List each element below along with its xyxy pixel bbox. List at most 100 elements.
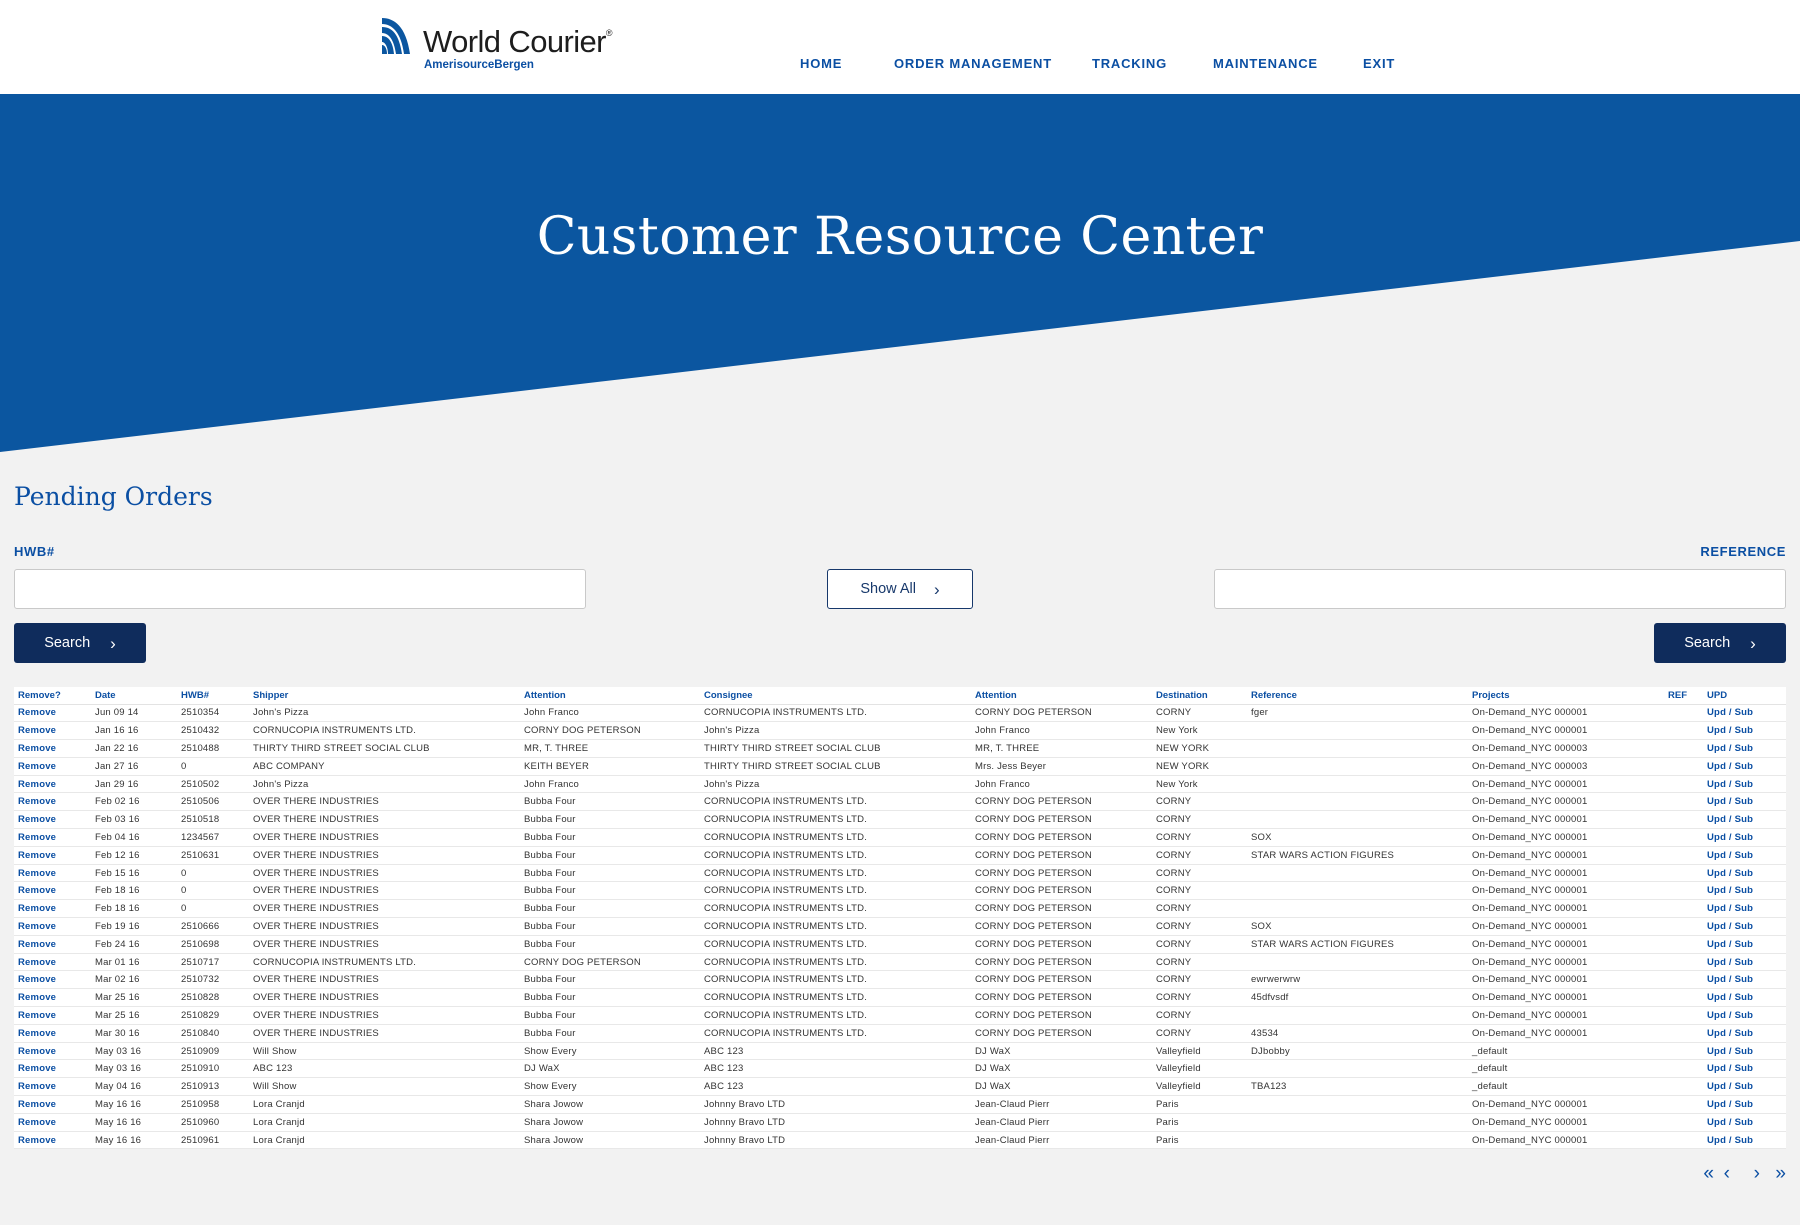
- remove-link[interactable]: Remove: [14, 953, 91, 972]
- table-cell: On-Demand_NYC 000001: [1468, 881, 1664, 901]
- update-submit-link[interactable]: Upd / Sub: [1703, 704, 1786, 723]
- remove-link[interactable]: Remove: [14, 1059, 91, 1079]
- table-cell: OVER THERE INDUSTRIES: [249, 864, 520, 883]
- remove-link[interactable]: Remove: [14, 935, 91, 954]
- remove-link[interactable]: Remove: [14, 757, 91, 776]
- table-cell: Feb 19 16: [91, 917, 177, 936]
- table-cell: On-Demand_NYC 000001: [1468, 899, 1664, 919]
- update-submit-link[interactable]: Upd / Sub: [1703, 935, 1786, 954]
- reference-input[interactable]: [1214, 569, 1786, 609]
- last-page-icon[interactable]: »: [1775, 1164, 1786, 1184]
- hwb-input[interactable]: [14, 569, 586, 609]
- remove-link[interactable]: Remove: [14, 1042, 91, 1061]
- table-cell: TBA123: [1247, 1077, 1468, 1097]
- show-all-button[interactable]: Show All ›: [827, 569, 973, 609]
- update-submit-link[interactable]: Upd / Sub: [1703, 810, 1786, 830]
- nav-exit[interactable]: EXIT: [1363, 56, 1395, 71]
- table-cell: CORNY DOG PETERSON: [971, 864, 1152, 883]
- update-submit-link[interactable]: Upd / Sub: [1703, 1042, 1786, 1061]
- chevron-right-icon: ›: [933, 579, 940, 599]
- first-page-icon[interactable]: «: [1703, 1164, 1714, 1184]
- update-submit-link[interactable]: Upd / Sub: [1703, 757, 1786, 776]
- table-cell: [1664, 935, 1703, 954]
- update-submit-link[interactable]: Upd / Sub: [1703, 792, 1786, 812]
- reference-label: REFERENCE: [1700, 544, 1786, 559]
- remove-link[interactable]: Remove: [14, 721, 91, 741]
- remove-link[interactable]: Remove: [14, 704, 91, 723]
- table-cell: [1247, 953, 1468, 972]
- table-cell: Jean-Claud Pierr: [971, 1131, 1152, 1150]
- nav-order-management[interactable]: ORDER MANAGEMENT: [894, 56, 1052, 71]
- table-cell: [1664, 739, 1703, 758]
- table-cell: Paris: [1152, 1095, 1247, 1114]
- update-submit-link[interactable]: Upd / Sub: [1703, 1077, 1786, 1097]
- table-cell: CORNUCOPIA INSTRUMENTS LTD.: [700, 953, 971, 972]
- remove-link[interactable]: Remove: [14, 739, 91, 758]
- update-submit-link[interactable]: Upd / Sub: [1703, 846, 1786, 865]
- table-cell: 2510698: [177, 935, 249, 954]
- table-cell: [1247, 881, 1468, 901]
- table-cell: fger: [1247, 704, 1468, 723]
- table-cell: CORNUCOPIA INSTRUMENTS LTD.: [700, 810, 971, 830]
- remove-link[interactable]: Remove: [14, 970, 91, 990]
- table-cell: 2510909: [177, 1042, 249, 1061]
- table-cell: CORNY DOG PETERSON: [971, 792, 1152, 812]
- update-submit-link[interactable]: Upd / Sub: [1703, 1131, 1786, 1150]
- remove-link[interactable]: Remove: [14, 1006, 91, 1025]
- remove-link[interactable]: Remove: [14, 1095, 91, 1114]
- table-cell: John's Pizza: [700, 775, 971, 794]
- column-header: Date: [91, 687, 177, 705]
- remove-link[interactable]: Remove: [14, 828, 91, 847]
- update-submit-link[interactable]: Upd / Sub: [1703, 1024, 1786, 1043]
- update-submit-link[interactable]: Upd / Sub: [1703, 1113, 1786, 1132]
- nav-home[interactable]: HOME: [800, 56, 842, 71]
- remove-link[interactable]: Remove: [14, 1024, 91, 1043]
- update-submit-link[interactable]: Upd / Sub: [1703, 917, 1786, 936]
- remove-link[interactable]: Remove: [14, 899, 91, 919]
- world-courier-logo[interactable]: World Courier® AmerisourceBergen: [380, 16, 620, 76]
- remove-link[interactable]: Remove: [14, 864, 91, 883]
- table-cell: SOX: [1247, 828, 1468, 847]
- table-cell: 0: [177, 899, 249, 919]
- update-submit-link[interactable]: Upd / Sub: [1703, 864, 1786, 883]
- update-submit-link[interactable]: Upd / Sub: [1703, 739, 1786, 758]
- remove-link[interactable]: Remove: [14, 881, 91, 901]
- update-submit-link[interactable]: Upd / Sub: [1703, 828, 1786, 847]
- table-cell: OVER THERE INDUSTRIES: [249, 899, 520, 919]
- next-page-icon[interactable]: ›: [1754, 1164, 1760, 1184]
- update-submit-link[interactable]: Upd / Sub: [1703, 775, 1786, 794]
- table-cell: ABC 123: [700, 1077, 971, 1097]
- update-submit-link[interactable]: Upd / Sub: [1703, 988, 1786, 1008]
- update-submit-link[interactable]: Upd / Sub: [1703, 721, 1786, 741]
- remove-link[interactable]: Remove: [14, 917, 91, 936]
- remove-link[interactable]: Remove: [14, 846, 91, 865]
- table-cell: CORNUCOPIA INSTRUMENTS LTD.: [700, 828, 971, 847]
- column-header: REF: [1664, 687, 1703, 705]
- update-submit-link[interactable]: Upd / Sub: [1703, 1006, 1786, 1025]
- column-header: Attention: [520, 687, 700, 705]
- remove-link[interactable]: Remove: [14, 1077, 91, 1097]
- update-submit-link[interactable]: Upd / Sub: [1703, 953, 1786, 972]
- nav-maintenance[interactable]: MAINTENANCE: [1213, 56, 1318, 71]
- table-cell: John's Pizza: [249, 704, 520, 723]
- remove-link[interactable]: Remove: [14, 792, 91, 812]
- update-submit-link[interactable]: Upd / Sub: [1703, 899, 1786, 919]
- hwb-search-button[interactable]: Search ›: [14, 623, 146, 663]
- table-cell: Shara Jowow: [520, 1131, 700, 1150]
- remove-link[interactable]: Remove: [14, 1131, 91, 1150]
- remove-link[interactable]: Remove: [14, 1113, 91, 1132]
- table-cell: 2510958: [177, 1095, 249, 1114]
- remove-link[interactable]: Remove: [14, 988, 91, 1008]
- remove-link[interactable]: Remove: [14, 810, 91, 830]
- update-submit-link[interactable]: Upd / Sub: [1703, 881, 1786, 901]
- update-submit-link[interactable]: Upd / Sub: [1703, 1095, 1786, 1114]
- nav-tracking[interactable]: TRACKING: [1092, 56, 1167, 71]
- table-cell: 1234567: [177, 828, 249, 847]
- update-submit-link[interactable]: Upd / Sub: [1703, 1059, 1786, 1079]
- remove-link[interactable]: Remove: [14, 775, 91, 794]
- world-courier-wing-icon: [382, 18, 410, 54]
- table-cell: [1664, 953, 1703, 972]
- prev-page-icon[interactable]: ‹: [1724, 1164, 1730, 1184]
- reference-search-button[interactable]: Search ›: [1654, 623, 1786, 663]
- update-submit-link[interactable]: Upd / Sub: [1703, 970, 1786, 990]
